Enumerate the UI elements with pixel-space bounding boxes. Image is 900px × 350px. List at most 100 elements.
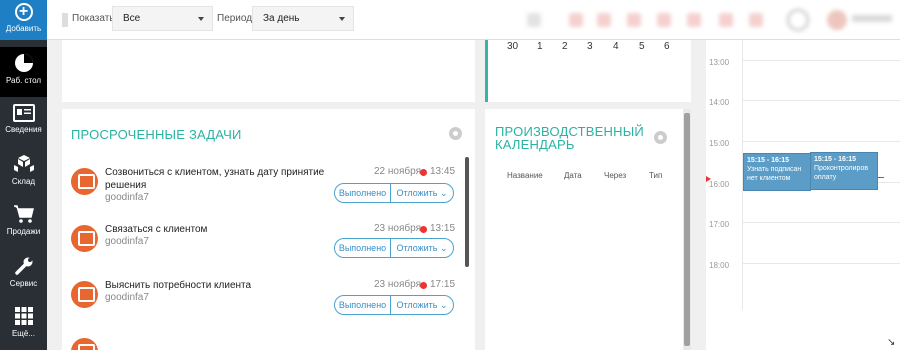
day-schedule-panel: 13:00 14:00 15:00 16:00 17:00 18:00 15:1… <box>706 40 900 350</box>
task-title[interactable]: Созвониться с клиентом, узнать дату прин… <box>105 166 335 192</box>
column-header[interactable]: Дата <box>564 171 582 180</box>
hour-label: 14:00 <box>709 98 730 107</box>
add-label: Добавить <box>5 24 42 33</box>
chevron-down-icon: ⌄ <box>440 188 448 198</box>
plus-circle-icon: + <box>14 3 33 21</box>
task-date: 23 ноября <box>374 223 421 234</box>
sidebar-item-label: Раб. стол <box>5 76 42 85</box>
hour-line <box>743 100 900 101</box>
task-date: 22 ноября <box>374 166 421 177</box>
notification-icon[interactable] <box>719 13 733 27</box>
show-filter-select[interactable]: Все <box>112 6 213 31</box>
task-defer-button[interactable]: Отложить ⌄ <box>390 238 454 258</box>
notification-icon[interactable] <box>687 13 701 27</box>
prod-calendar-title: ПРОИЗВОДСТВЕННЫЙ КАЛЕНДАРЬ <box>495 125 644 151</box>
tasks-scrollbar[interactable] <box>465 157 469 267</box>
schedule-event[interactable]: 15:15 - 16:15 Проконтролиров оплату <box>810 152 878 190</box>
calendar-day[interactable]: 30 <box>507 41 518 52</box>
task-type-icon <box>71 225 98 252</box>
user-name[interactable] <box>852 15 892 22</box>
column-header[interactable]: Через <box>604 171 626 180</box>
column-header[interactable]: Тип <box>649 171 662 180</box>
notification-icon[interactable] <box>627 13 641 27</box>
notification-icon[interactable] <box>657 13 671 27</box>
task-done-button[interactable]: Выполнено <box>334 295 391 315</box>
schedule-event[interactable]: 15:15 - 16:15 Узнать подписан нет клиент… <box>743 153 811 191</box>
hour-line <box>743 60 900 61</box>
period-filter-label: Период <box>217 13 253 24</box>
task-defer-button[interactable]: Отложить ⌄ <box>390 183 454 203</box>
sidebar-item-label: Сервис <box>9 279 38 288</box>
search-icon[interactable] <box>527 13 541 27</box>
sidebar-item-label: Сведения <box>5 125 42 134</box>
current-time-line <box>878 177 884 178</box>
calendar-day[interactable]: 6 <box>664 41 670 52</box>
calendar-day[interactable]: 1 <box>537 41 543 52</box>
sidebar-item-desktop[interactable]: Раб. стол <box>0 47 47 97</box>
sidebar-item-info[interactable]: Сведения <box>0 98 47 148</box>
calendar-day[interactable]: 4 <box>613 41 619 52</box>
task-item: Связаться с клиентом goodinfa7 23 ноября… <box>62 223 462 278</box>
task-defer-button[interactable]: Отложить ⌄ <box>390 295 454 315</box>
hour-label: 13:00 <box>709 58 730 67</box>
id-card-icon <box>12 104 35 122</box>
task-done-button[interactable]: Выполнено <box>334 238 391 258</box>
prod-scrollbar[interactable] <box>684 113 690 346</box>
column-header[interactable]: Название <box>507 171 543 180</box>
top-left-panel <box>62 40 475 102</box>
chevron-down-icon <box>198 17 204 21</box>
task-defer-label: Отложить <box>396 300 438 310</box>
sidebar-item-more[interactable]: Ещё... <box>0 300 47 350</box>
calendar-day[interactable]: 3 <box>587 41 593 52</box>
sidebar-item-sales[interactable]: Продажи <box>0 198 47 248</box>
avatar[interactable] <box>827 10 847 30</box>
gear-icon[interactable] <box>449 127 462 140</box>
hour-line <box>743 141 900 142</box>
notification-icon[interactable] <box>749 13 763 27</box>
task-time: 17:15 <box>430 279 456 290</box>
task-defer-label: Отложить <box>396 188 438 198</box>
task-type-icon <box>71 338 98 350</box>
notification-icon[interactable] <box>597 13 611 27</box>
help-icon[interactable] <box>787 9 809 31</box>
production-calendar-panel: ПРОИЗВОДСТВЕННЫЙ КАЛЕНДАРЬ Название Дата… <box>485 109 691 350</box>
sidebar-item-service[interactable]: Сервис <box>0 250 47 300</box>
left-sidebar: + Добавить Раб. стол Сведения Склад Прод… <box>0 0 47 350</box>
task-time: 13:45 <box>430 166 456 177</box>
sidebar-item-warehouse[interactable]: Склад <box>0 148 47 198</box>
period-filter-value: За день <box>263 13 300 24</box>
add-button[interactable]: + Добавить <box>0 0 47 40</box>
period-filter-select[interactable]: За день <box>252 6 354 31</box>
grid-icon <box>14 307 33 325</box>
task-user: goodinfa7 <box>105 236 149 247</box>
calendar-day[interactable]: 2 <box>562 41 568 52</box>
resize-icon[interactable]: ↘ <box>887 338 896 348</box>
task-user: goodinfa7 <box>105 292 149 303</box>
hour-label: 16:00 <box>709 180 730 189</box>
top-filter-bar: Показать Все Период За день <box>47 0 900 40</box>
task-title[interactable]: Выяснить потребности клиента <box>105 279 335 292</box>
task-done-button[interactable]: Выполнено <box>334 183 391 203</box>
hour-row: 18:00 <box>706 261 900 303</box>
task-defer-label: Отложить <box>396 243 438 253</box>
hour-row: 13:00 <box>706 58 900 100</box>
boxes-icon <box>13 155 34 172</box>
gear-icon[interactable] <box>654 131 667 144</box>
hour-label: 15:00 <box>709 139 730 148</box>
calendar-day[interactable]: 5 <box>639 41 645 52</box>
overdue-dot-icon <box>420 169 427 176</box>
event-title: Проконтролиров оплату <box>814 165 869 181</box>
hour-row: 17:00 <box>706 220 900 262</box>
chevron-down-icon: ⌄ <box>440 243 448 253</box>
blurred-toolbar <box>347 5 900 35</box>
hour-line <box>743 263 900 264</box>
notification-icon[interactable] <box>569 13 583 27</box>
task-item: Созвониться с клиентом, узнать дату прин… <box>62 166 462 221</box>
task-item <box>62 336 462 350</box>
hour-line <box>743 222 900 223</box>
task-type-icon <box>71 168 98 195</box>
sidebar-item-label: Продажи <box>6 227 41 236</box>
task-title[interactable]: Связаться с клиентом <box>105 223 335 236</box>
overdue-tasks-title: ПРОСРОЧЕННЫЕ ЗАДАЧИ <box>71 127 242 142</box>
sidebar-item-label: Склад <box>11 177 36 186</box>
